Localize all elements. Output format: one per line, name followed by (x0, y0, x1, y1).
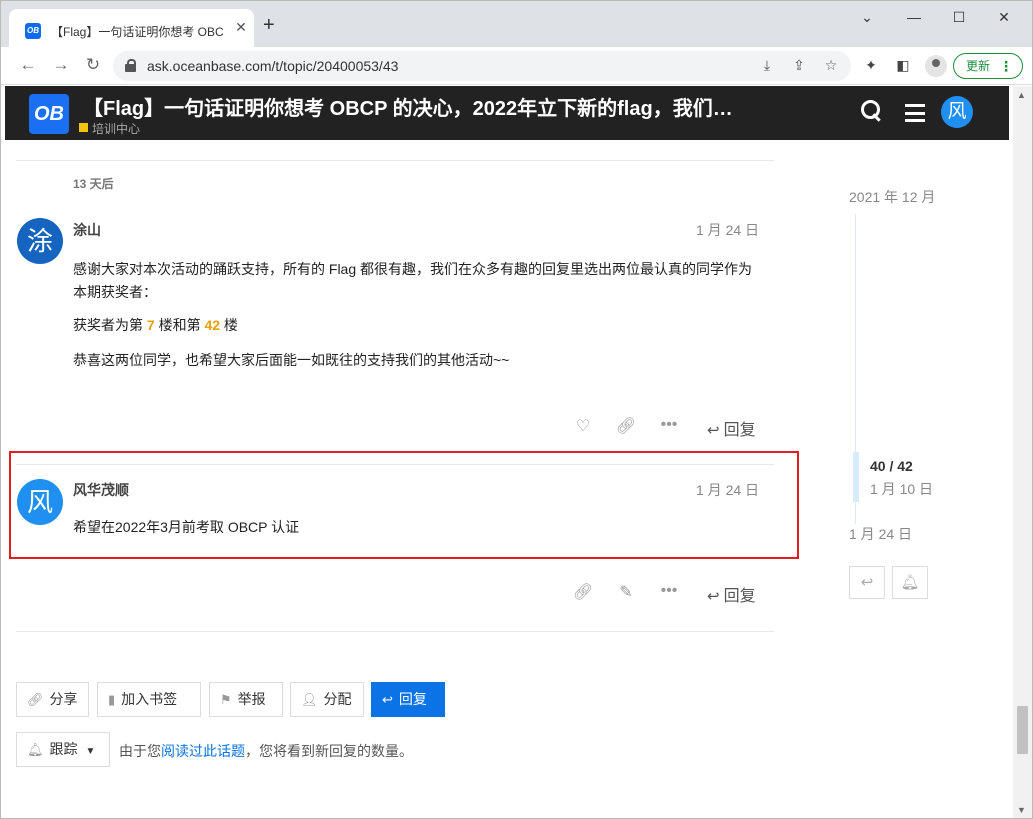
caret-down-icon: ▼ (85, 746, 96, 757)
bookmark-label: 加入书签 (121, 691, 178, 707)
tab-close-icon[interactable]: ✕ (233, 19, 249, 35)
reply-button[interactable]: ↩ 回复 (707, 416, 756, 440)
highlight-annotation-box (9, 451, 799, 559)
address-bar[interactable]: ask.oceanbase.com/t/topic/20400053/43 ⤓ … (113, 51, 851, 81)
post-username[interactable]: 涂山 (73, 220, 101, 240)
time-gap-label: 13 天后 (73, 177, 114, 191)
browser-window: OB 【Flag】一句话证明你想考 OBC ✕ + ⌄ — ☐ ✕ ← → ↻ … (0, 0, 1033, 819)
lock-icon (125, 59, 136, 72)
timeline-handle[interactable] (853, 452, 859, 502)
back-icon[interactable]: ← (17, 55, 39, 75)
more-actions-icon[interactable]: ••• (658, 416, 680, 434)
share-page-icon[interactable]: ⇪ (789, 57, 809, 74)
notification-level-dropdown[interactable]: 🔔︎ 跟踪 ▼ (16, 732, 110, 767)
post-paragraph: 恭喜这两位同学，也希望大家后面能一如既往的支持我们的其他活动~~ (73, 352, 510, 368)
assign-button[interactable]: 👤︎ 分配 (290, 682, 364, 717)
notification-description: 由于您阅读过此话题，您将看到新回复的数量。 (119, 741, 413, 761)
bookmark-icon: ▮ (108, 692, 116, 707)
winner-floor-number: 42 (204, 317, 221, 333)
copy-link-icon[interactable]: 🔗︎ (615, 416, 637, 436)
side-panel-icon[interactable]: ◧ (893, 57, 913, 74)
site-logo[interactable]: OB (29, 94, 69, 134)
text-span: 楼 (220, 317, 238, 333)
topic-title[interactable]: 【Flag】一句话证明你想考 OBCP 的决心，2022年立下新的flag，我们… (83, 92, 823, 121)
scrollbar-thumb[interactable] (1017, 706, 1028, 754)
post-paragraph: 获奖者为第 7 楼和第 42 楼 (73, 314, 763, 337)
current-user-avatar[interactable]: 风 (941, 96, 973, 128)
tab-search-chevron-icon[interactable]: ⌄ (844, 9, 890, 26)
forward-icon[interactable]: → (50, 55, 72, 75)
search-icon[interactable] (861, 100, 881, 120)
share-button[interactable]: 🔗︎ 分享 (16, 682, 89, 717)
post-paragraph: 感谢大家对本次活动的踊跃支持，所有的 Flag 都很有趣，我们在众多有趣的回复里… (73, 261, 753, 300)
reply-arrow-icon: ↩ (707, 588, 720, 605)
reply-label: 回复 (723, 588, 756, 605)
assign-label: 分配 (323, 691, 352, 707)
update-label: 更新 (966, 59, 991, 73)
read-topic-link[interactable]: 阅读过此话题 (161, 743, 245, 759)
maximize-icon[interactable]: ☐ (936, 9, 982, 26)
scroll-up-icon[interactable]: ▲ (1017, 90, 1026, 100)
more-actions-icon[interactable]: ••• (658, 582, 680, 600)
flag-icon: ⚑ (220, 692, 232, 707)
reply-arrow-icon: ↩ (707, 422, 720, 439)
install-app-icon[interactable]: ⤓ (757, 57, 777, 74)
timeline-end-date[interactable]: 1 月 24 日 (849, 524, 912, 544)
divider (16, 160, 774, 161)
reply-label: 回复 (398, 691, 427, 707)
site-header: OB 【Flag】一句话证明你想考 OBCP 的决心，2022年立下新的flag… (5, 86, 1009, 140)
browser-tab[interactable]: OB 【Flag】一句话证明你想考 OBC ✕ (9, 9, 254, 47)
avatar[interactable]: 涂 (17, 218, 63, 264)
timeline-position: 40 / 42 (870, 458, 913, 474)
reply-button[interactable]: ↩ 回复 (707, 582, 756, 606)
reply-topic-button[interactable]: ↩ 回复 (371, 682, 445, 717)
flag-button[interactable]: ⚑ 举报 (209, 682, 283, 717)
text-span: ，您将看到新回复的数量。 (245, 743, 413, 759)
timeline-notify-bell-icon[interactable]: 🔔︎ (892, 566, 928, 599)
profile-avatar[interactable] (925, 55, 947, 77)
more-menu-icon: ⋮ (999, 58, 1013, 74)
tab-title: 【Flag】一句话证明你想考 OBC (51, 25, 224, 39)
text-span: 获奖者为第 (73, 317, 147, 333)
new-tab-icon[interactable]: + (263, 15, 275, 35)
text-span: 由于您 (119, 743, 161, 759)
hamburger-menu-icon[interactable] (905, 104, 925, 122)
category-link[interactable]: 培训中心 (92, 120, 140, 137)
user-plus-icon: 👤︎ (301, 692, 318, 707)
reply-label: 回复 (723, 422, 756, 439)
bookmark-button[interactable]: ▮ 加入书签 (97, 682, 201, 717)
browser-toolbar: ← → ↻ ask.oceanbase.com/t/topic/20400053… (1, 47, 1032, 85)
reply-arrow-icon: ↩ (382, 692, 393, 707)
post-date[interactable]: 1 月 24 日 (696, 220, 759, 240)
like-heart-icon[interactable]: ♡ (572, 416, 594, 436)
timeline-position-date: 1 月 10 日 (870, 481, 934, 497)
page-scrollbar[interactable]: ▲ ▼ (1013, 86, 1032, 818)
reload-icon[interactable]: ↻ (82, 55, 104, 75)
timeline-reply-icon[interactable]: ↩ (849, 566, 885, 599)
category-color-badge (79, 123, 88, 132)
bookmark-star-icon[interactable]: ☆ (821, 57, 841, 74)
winner-floor-number: 7 (146, 317, 155, 333)
url-text[interactable]: ask.oceanbase.com/t/topic/20400053/43 (147, 58, 398, 74)
share-label: 分享 (49, 691, 78, 707)
page-viewport: OB 【Flag】一句话证明你想考 OBCP 的决心，2022年立下新的flag… (1, 86, 1013, 818)
notify-label: 跟踪 (49, 741, 78, 757)
edit-pencil-icon[interactable]: ✎ (615, 582, 637, 602)
link-icon: 🔗︎ (27, 692, 44, 707)
update-button[interactable]: 更新 ⋮ (953, 53, 1023, 79)
window-close-icon[interactable]: ✕ (981, 9, 1027, 26)
bell-icon: 🔔︎ (27, 742, 44, 757)
tab-strip: OB 【Flag】一句话证明你想考 OBC ✕ + ⌄ — ☐ ✕ (1, 1, 1032, 47)
favicon-icon: OB (25, 23, 41, 39)
extensions-icon[interactable]: ✦ (861, 57, 881, 74)
minimize-icon[interactable]: — (891, 9, 937, 25)
text-span: 楼和第 (154, 317, 205, 333)
scroll-down-icon[interactable]: ▼ (1017, 805, 1026, 815)
copy-link-icon[interactable]: 🔗︎ (572, 582, 594, 602)
divider (16, 631, 774, 632)
flag-label: 举报 (237, 691, 266, 707)
timeline-start-date[interactable]: 2021 年 12 月 (849, 187, 935, 207)
